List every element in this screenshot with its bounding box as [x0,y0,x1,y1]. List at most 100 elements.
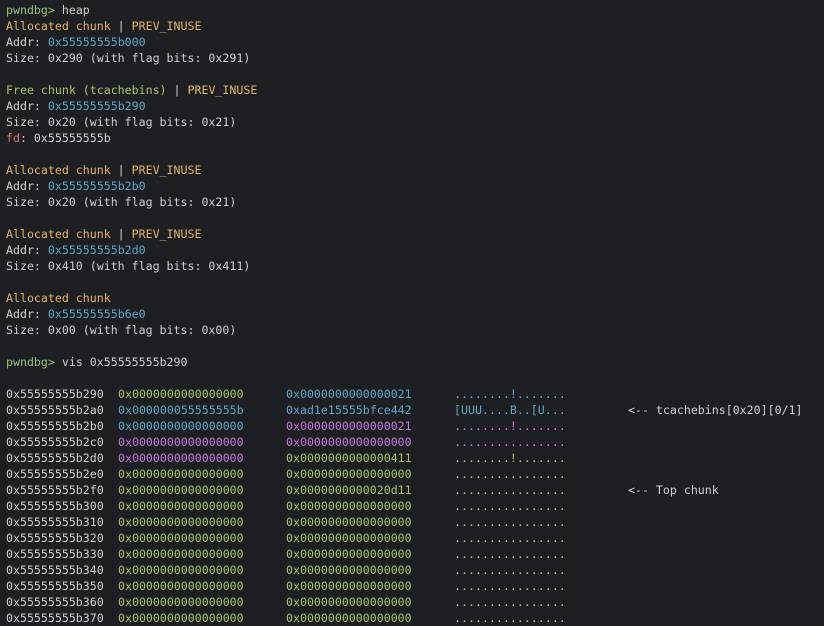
row-annotation: <-- tcachebins[0x20][0/1] [628,403,803,417]
vis-row: 0x55555555b300 0x0000000000000000 0x000000… [6,498,824,514]
chunk-size-line: Size: 0x20 (with flag bits: 0x21) [6,195,237,209]
ascii-dump: ........!....... [454,419,566,433]
chunk-title: Allocated chunk [6,19,111,33]
prompt-line-heap: pwndbg> heap [6,2,824,18]
prompt-label: pwndbg> [6,3,55,17]
qword-2: 0x0000000000000000 [286,515,412,529]
chunk-addr: 0x55555555b6e0 [47,307,146,321]
qword-2: 0xad1e15555bfce442 [286,403,412,417]
addr-label: Addr: [6,179,41,193]
qword-2: 0x0000000000000021 [286,419,412,433]
addr-label: Addr: [6,243,41,257]
qword-2: 0x0000000000000000 [286,595,412,609]
chunk-size-line: Size: 0x00 (with flag bits: 0x00) [6,323,237,337]
chunk-separator: | [166,83,188,97]
vis-row: 0x55555555b2b0 0x0000000000000000 0x000000… [6,418,824,434]
chunk-header: Allocated chunk [6,290,824,306]
vis-row: 0x55555555b2e0 0x0000000000000000 0x000000… [6,466,824,482]
row-address: 0x55555555b2b0 [6,419,104,433]
qword-1: 0x0000000000000000 [118,435,244,449]
qword-1: 0x0000000000000000 [118,419,244,433]
row-annotation: <-- Top chunk [628,483,719,497]
qword-2: 0x0000000000000000 [286,563,412,577]
row-address: 0x55555555b320 [6,531,104,545]
qword-2: 0x0000000000000000 [286,531,412,545]
chunk-title: Allocated chunk [6,227,111,241]
row-address: 0x55555555b2c0 [6,435,104,449]
chunk-addr: 0x55555555b000 [47,35,146,49]
chunk-addr-line: Addr: 0x55555555b2b0 [6,178,824,194]
qword-1: 0x0000000000000000 [118,547,244,561]
addr-label: Addr: [6,35,41,49]
row-address: 0x55555555b290 [6,387,104,401]
chunk-addr-line: Addr: 0x55555555b000 [6,34,824,50]
qword-1: 0x0000000000000000 [118,563,244,577]
qword-1: 0x0000000000000000 [118,579,244,593]
vis-row: 0x55555555b320 0x0000000000000000 0x000000… [6,530,824,546]
chunk-addr-line: Addr: 0x55555555b290 [6,98,824,114]
chunk-addr-line: Addr: 0x55555555b6e0 [6,306,824,322]
qword-1: 0x0000000000000000 [118,515,244,529]
chunk-size-line: Size: 0x410 (with flag bits: 0x411) [6,259,251,273]
row-address: 0x55555555b340 [6,563,104,577]
ascii-dump: ................ [454,531,566,545]
command-text: heap [54,3,90,17]
chunk-header: Allocated chunk | PREV_INUSE [6,18,824,34]
vis-row: 0x55555555b2d0 0x0000000000000000 0x000000… [6,450,824,466]
command-text: vis 0x55555555b290 [54,355,188,369]
chunk-addr: 0x55555555b290 [47,99,146,113]
vis-row: 0x55555555b2a0 0x000000055555555b 0xad1e15… [6,402,824,418]
terminal-window[interactable]: pwndbg> heap Allocated chunk | PREV_INUS… [0,0,824,626]
qword-2: 0x0000000000000000 [286,611,412,625]
chunk-title: Allocated chunk [6,163,111,177]
chunk-flag: PREV_INUSE [131,227,202,241]
row-address: 0x55555555b370 [6,611,104,625]
ascii-dump: ................ [454,595,566,609]
ascii-dump: ................ [454,515,566,529]
chunk-addr-line: Addr: 0x55555555b2d0 [6,242,824,258]
prompt-label: pwndbg> [6,355,55,369]
qword-2: 0x0000000000000000 [286,547,412,561]
ascii-dump: ................ [454,483,566,497]
prompt-line-vis: pwndbg> vis 0x55555555b290 [6,354,824,370]
qword-1: 0x0000000000000000 [118,483,244,497]
ascii-dump: ........!....... [454,387,566,401]
ascii-dump: ................ [454,499,566,513]
chunk-fd-line: fd: 0x55555555b [6,130,824,146]
row-address: 0x55555555b330 [6,547,104,561]
qword-1: 0x0000000000000000 [118,451,244,465]
chunk-flag: PREV_INUSE [131,19,202,33]
row-address: 0x55555555b2f0 [6,483,104,497]
row-address: 0x55555555b2e0 [6,467,104,481]
qword-2: 0x0000000000000000 [286,579,412,593]
chunk-flag: PREV_INUSE [131,163,202,177]
qword-1: 0x0000000000000000 [118,467,244,481]
vis-row: 0x55555555b290 0x0000000000000000 0x000000… [6,386,824,402]
chunk-header: Free chunk (tcachebins) | PREV_INUSE [6,82,824,98]
vis-row: 0x55555555b330 0x0000000000000000 0x000000… [6,546,824,562]
chunk-header: Allocated chunk | PREV_INUSE [6,226,824,242]
chunk-size-line: Size: 0x20 (with flag bits: 0x21) [6,115,237,129]
qword-2: 0x0000000000000021 [286,387,412,401]
row-address: 0x55555555b310 [6,515,104,529]
ascii-dump: ........!....... [454,451,566,465]
vis-row: 0x55555555b2f0 0x0000000000000000 0x000000… [6,482,824,498]
qword-1: 0x000000055555555b [118,403,244,417]
qword-2: 0x0000000000020d11 [286,483,412,497]
addr-label: Addr: [6,307,41,321]
vis-row: 0x55555555b340 0x0000000000000000 0x000000… [6,562,824,578]
chunk-header: Allocated chunk | PREV_INUSE [6,162,824,178]
fd-label: fd [6,131,20,145]
ascii-dump: ................ [454,547,566,561]
ascii-dump: [UUU....B..[U... [454,403,566,417]
qword-1: 0x0000000000000000 [118,595,244,609]
row-address: 0x55555555b300 [6,499,104,513]
fd-value: : 0x55555555b [19,131,111,145]
chunk-addr: 0x55555555b2b0 [47,179,146,193]
chunk-separator: | [110,19,132,33]
